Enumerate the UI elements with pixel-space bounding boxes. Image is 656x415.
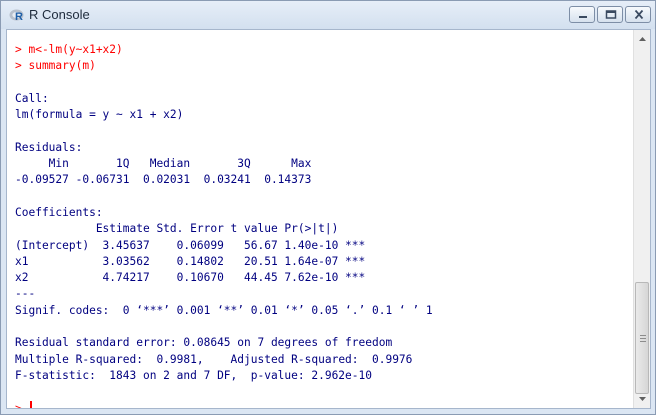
- scroll-down-arrow-icon[interactable]: [635, 391, 650, 407]
- console-line: Residuals:: [15, 140, 83, 154]
- console-output[interactable]: > m<-lm(y~x1+x2) > summary(m) Call: lm(form…: [7, 30, 633, 408]
- window-controls: [567, 6, 651, 24]
- console-line: > summary(m): [15, 59, 96, 73]
- minimize-button[interactable]: [569, 6, 595, 23]
- scroll-up-arrow-icon[interactable]: [635, 31, 650, 47]
- scrollbar-thumb[interactable]: [635, 282, 649, 394]
- console-line: -0.09527 -0.06731 0.02031 0.03241 0.1437…: [15, 173, 319, 187]
- console-prompt: >: [15, 402, 22, 408]
- r-console-window: R R Console > m<-lm(y~x1+x2) > summary(m)…: [0, 0, 656, 415]
- close-icon: [634, 10, 644, 19]
- console-lines: > m<-lm(y~x1+x2) > summary(m) Call: lm(form…: [15, 42, 439, 408]
- console-line: x1 3.03562 0.14802 20.51 1.64e-07 ***: [15, 254, 366, 268]
- minimize-icon: [579, 16, 587, 18]
- window-title: R Console: [29, 7, 90, 22]
- console-line: Residual standard error: 0.08645 on 7 de…: [15, 336, 393, 350]
- maximize-icon: [605, 10, 617, 19]
- close-button[interactable]: [625, 6, 651, 23]
- grip-icon: [640, 335, 646, 344]
- text-cursor: [29, 400, 32, 408]
- console-line: F-statistic: 1843 on 2 and 7 DF, p-value…: [15, 368, 372, 382]
- svg-text:R: R: [15, 11, 23, 22]
- console-line: > m<-lm(y~x1+x2): [15, 43, 123, 56]
- console-line: Multiple R-squared: 0.9981, Adjusted R-s…: [15, 352, 420, 366]
- console-line: ---: [15, 287, 36, 301]
- console-line: Coefficients:: [15, 205, 103, 219]
- vertical-scrollbar[interactable]: [633, 30, 650, 408]
- r-logo-icon: R: [9, 9, 24, 22]
- console-client-area: > m<-lm(y~x1+x2) > summary(m) Call: lm(form…: [6, 29, 651, 409]
- console-line: Signif. codes: 0 ‘***’ 0.001 ‘**’ 0.01 ‘…: [15, 303, 440, 317]
- console-line: Estimate Std. Error t value Pr(>|t|): [15, 222, 366, 236]
- console-line: Min 1Q Median 3Q Max: [15, 157, 319, 171]
- prompt-line[interactable]: >: [15, 400, 439, 408]
- console-line: lm(formula = y ~ x1 + x2): [15, 108, 184, 122]
- console-line: (Intercept) 3.45637 0.06099 56.67 1.40e-…: [15, 238, 366, 252]
- console-line: Call:: [15, 91, 49, 105]
- title-bar[interactable]: R R Console: [1, 1, 655, 29]
- console-line: x2 4.74217 0.10670 44.45 7.62e-10 ***: [15, 271, 366, 285]
- maximize-button[interactable]: [597, 6, 623, 23]
